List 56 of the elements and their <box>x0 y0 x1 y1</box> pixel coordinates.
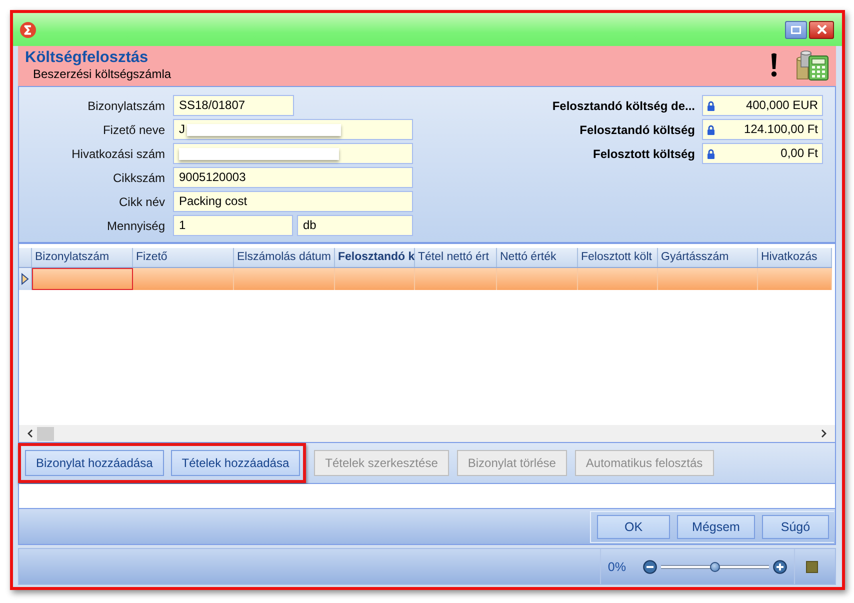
field-label: Bizonylatszám <box>86 98 165 112</box>
maximize-icon <box>791 26 801 34</box>
scroll-thumb[interactable] <box>37 426 54 440</box>
lock-icon <box>707 124 715 134</box>
zoom-in-icon[interactable] <box>773 560 787 574</box>
field-label: Hivatkozási szám <box>70 146 165 160</box>
total-label: Felosztandó költség de... <box>552 98 695 112</box>
dialog-button[interactable]: OK <box>597 514 670 538</box>
text-field[interactable]: Packing cost <box>173 191 413 212</box>
field-label: Cikkszám <box>112 170 165 184</box>
text-field[interactable]: SS18/01807 <box>173 95 294 116</box>
column-header[interactable]: Fizető <box>133 248 234 267</box>
column-header[interactable]: Felosztandó k <box>335 248 415 267</box>
text-field[interactable]: 1 <box>173 215 293 236</box>
calculator-icon <box>796 50 830 81</box>
amount-field[interactable]: 400,000 EUR <box>702 95 823 116</box>
column-header[interactable]: Gyártásszám <box>658 248 758 267</box>
scroll-right-icon[interactable] <box>821 429 827 438</box>
horizontal-scrollbar[interactable] <box>19 425 835 442</box>
text-field[interactable]: 9005120003 <box>173 167 413 188</box>
column-header[interactable]: Bizonylatszám <box>32 248 133 267</box>
dialog-title: Költségfelosztás <box>25 49 150 67</box>
column-header[interactable]: Nettó érték <box>497 248 578 267</box>
text-field[interactable]: J <box>173 119 413 140</box>
total-label: Felosztott költség <box>592 146 695 160</box>
close-button[interactable] <box>809 20 834 38</box>
toolbar-button[interactable]: Tételek hozzáadása <box>170 450 300 476</box>
row-pointer-icon <box>21 273 29 285</box>
focused-cell[interactable] <box>32 268 133 290</box>
text-field[interactable] <box>173 143 413 164</box>
lock-icon <box>707 148 715 158</box>
app-logo-icon <box>20 22 36 38</box>
column-header[interactable]: Tétel nettó ért <box>415 248 497 267</box>
dialog-button[interactable]: Súgó <box>762 514 829 538</box>
field-label: Fizető neve <box>102 122 165 136</box>
maximize-button[interactable] <box>785 20 807 38</box>
slider-thumb[interactable] <box>710 562 720 572</box>
amount-field[interactable]: 124.100,00 Ft <box>702 119 823 140</box>
scroll-left-icon[interactable] <box>27 429 33 438</box>
dialog-subtitle: Beszerzési költségszámla <box>32 67 172 82</box>
unit-field[interactable]: db <box>297 215 413 236</box>
column-header[interactable]: Elszámolás dátum <box>234 248 335 267</box>
field-label: Mennyiség <box>106 218 165 232</box>
total-label: Felosztandó költség <box>578 122 695 136</box>
toolbar-button[interactable]: Bizonylat hozzáadása <box>25 450 164 476</box>
close-icon <box>816 25 826 34</box>
color-swatch-icon[interactable] <box>806 560 818 572</box>
field-label: Cikk név <box>118 194 165 208</box>
zoom-reading: 0% <box>608 560 626 574</box>
column-header[interactable]: Hivatkozás <box>758 248 832 267</box>
exclamation-icon <box>769 53 779 77</box>
amount-field[interactable]: 0,00 Ft <box>702 143 823 164</box>
dialog-button[interactable]: Mégsem <box>677 514 755 538</box>
lock-icon <box>707 100 715 110</box>
zoom-out-icon[interactable] <box>643 560 657 574</box>
column-header[interactable]: Felosztott költ <box>578 248 658 267</box>
